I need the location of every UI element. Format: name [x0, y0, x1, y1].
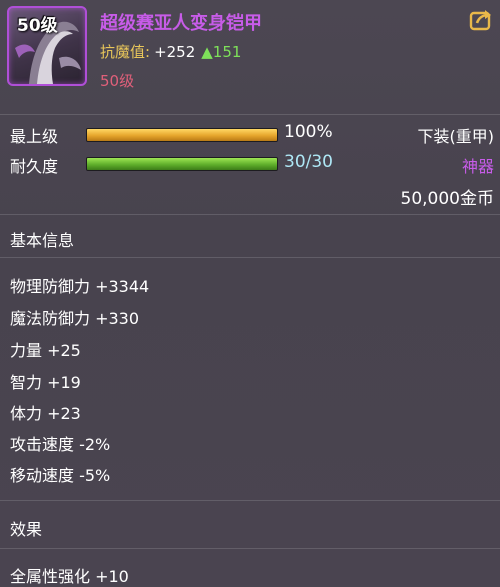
item-tooltip-panel: 50级 超级赛亚人变身铠甲 抗魔值: +252 ▲151 50级 最上级 100% …: [0, 0, 500, 586]
armor-item-icon[interactable]: 50级: [7, 6, 87, 86]
attribute-line: 智力 +19: [10, 373, 81, 392]
divider: [0, 500, 500, 501]
attribute-line: 魔法防御力 +330: [10, 309, 140, 328]
item-level-badge: 50级: [17, 16, 58, 36]
sell-price: 50,000金币: [400, 189, 494, 209]
durability-bar-fill: [87, 158, 277, 170]
grade-value: 100%: [284, 122, 333, 142]
magic-resist-increase: ▲151: [201, 43, 242, 61]
basic-info-title: 基本信息: [10, 231, 75, 250]
durability-value: 30/30: [284, 152, 333, 172]
effect-line: 全属性强化 +10: [10, 567, 129, 586]
grade-bar-fill: [87, 129, 277, 141]
attribute-line: 力量 +25: [10, 341, 81, 360]
item-rarity: 神器: [461, 157, 494, 176]
magic-resist-line: 抗魔值: +252 ▲151: [100, 41, 241, 62]
share-icon[interactable]: [468, 6, 494, 32]
attribute-line: 攻击速度 -2%: [10, 435, 111, 454]
divider: [0, 214, 500, 215]
attribute-line: 物理防御力 +3344: [10, 277, 150, 296]
equipment-slot: 下装(重甲): [417, 127, 495, 146]
required-level: 50级: [100, 72, 135, 90]
attribute-line: 移动速度 -5%: [10, 466, 111, 485]
magic-resist-value: +252: [154, 43, 196, 61]
grade-label: 最上级: [10, 127, 59, 146]
attribute-line: 体力 +23: [10, 404, 81, 423]
durability-bar: [86, 157, 278, 171]
magic-resist-label: 抗魔值:: [100, 43, 151, 61]
grade-bar: [86, 128, 278, 142]
divider: [0, 548, 500, 549]
effects-title: 效果: [10, 520, 43, 539]
divider: [0, 257, 500, 258]
durability-label: 耐久度: [10, 157, 59, 176]
item-name: 超级赛亚人变身铠甲: [100, 13, 262, 34]
divider: [0, 114, 500, 115]
